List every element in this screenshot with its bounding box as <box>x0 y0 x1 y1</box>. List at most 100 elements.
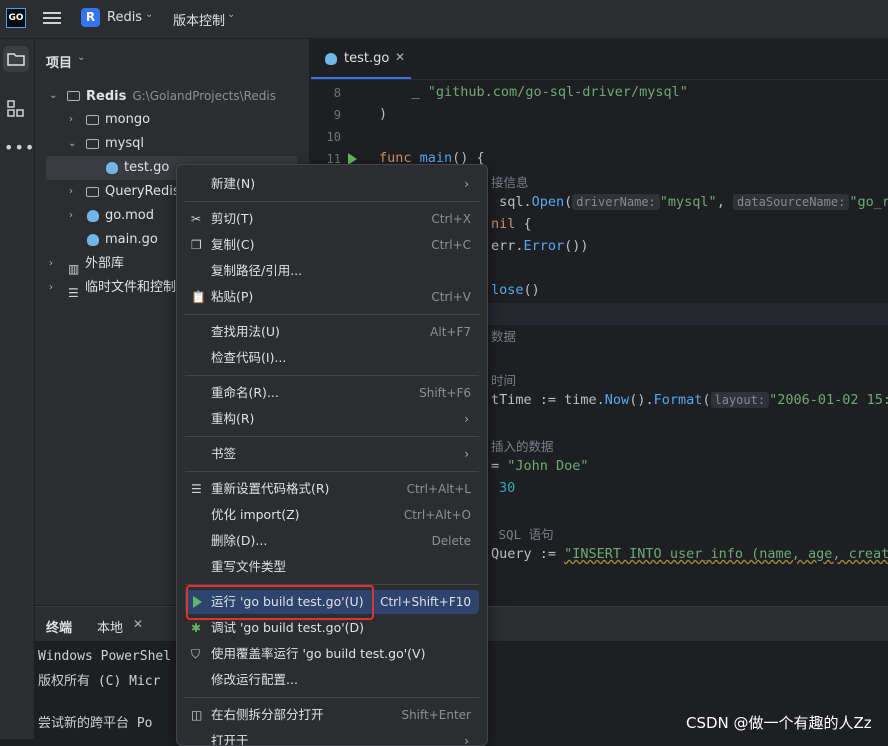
menu-item-copy[interactable]: ❐ 复制(C) Ctrl+C <box>185 233 479 257</box>
structure-tool-button[interactable] <box>5 98 27 120</box>
watermark: CSDN @做一个有趣的人Zz <box>686 714 872 732</box>
tree-item-label: test.go <box>124 160 170 175</box>
code-comment: 接信息 <box>491 175 529 190</box>
menu-item-reformat-code[interactable]: ☰ 重新设置代码格式(R) Ctrl+Alt+L <box>185 477 479 501</box>
code-comment: 数据 <box>491 329 517 344</box>
scratch-icon: ☰ <box>68 286 79 300</box>
param-hint: dataSourceName: <box>732 194 850 210</box>
menu-item-optimize-imports[interactable]: 优化 import(Z) Ctrl+Alt+O <box>185 503 479 527</box>
terminal-output-line: 尝试新的跨平台 Po <box>38 716 153 731</box>
folder-icon <box>86 186 101 198</box>
menu-item-refactor[interactable]: 重构(R) › <box>185 407 479 431</box>
menu-item-rename[interactable]: 重命名(R)... Shift+F6 <box>185 381 479 405</box>
project-badge[interactable]: R <box>81 8 100 27</box>
structure-icon <box>7 100 24 117</box>
chevron-down-icon[interactable]: ⌄ <box>77 52 85 63</box>
menu-item-delete[interactable]: 删除(D)... Delete <box>185 529 479 553</box>
chevron-right-icon[interactable]: › <box>69 204 73 228</box>
code-line: tTime := time.Now().Format(layout: "2006-… <box>491 392 888 408</box>
tree-item-label: 外部库 <box>85 256 125 271</box>
code-line: nil { <box>491 216 532 232</box>
go-mod-icon <box>87 210 102 222</box>
tree-item-label: Redis <box>86 89 127 104</box>
param-hint: layout: <box>710 392 770 408</box>
tree-item-label: mysql <box>105 136 144 151</box>
chevron-right-icon[interactable]: › <box>49 252 53 276</box>
menu-separator <box>185 697 479 698</box>
menu-item-copy-path[interactable]: 复制路径/引用... <box>185 259 479 283</box>
terminal-output-line: 版权所有 (C) Micr <box>38 674 161 689</box>
chevron-right-icon: › <box>464 447 469 461</box>
menu-item-open-in[interactable]: 打开于 › <box>185 729 479 746</box>
menu-item-inspect-code[interactable]: 检查代码(I)... <box>185 346 479 370</box>
param-hint: driverName: <box>572 194 660 210</box>
folder-icon <box>86 114 101 126</box>
project-selector[interactable]: Redis <box>107 10 142 25</box>
vcs-menu[interactable]: 版本控制 <box>173 10 225 29</box>
menu-item-run-with-coverage[interactable]: ⛉ 使用覆盖率运行 'go build test.go'(V) <box>185 642 479 666</box>
menu-item-find-usages[interactable]: 查找用法(U) Alt+F7 <box>185 320 479 344</box>
code-line: = "John Doe" <box>491 458 589 474</box>
activity-bar: ••• <box>0 39 35 739</box>
reformat-icon: ☰ <box>191 482 202 496</box>
folder-icon <box>86 138 101 150</box>
menu-item-open-in-right-split[interactable]: ◫ 在右侧拆分部分打开 Shift+Enter <box>185 703 479 727</box>
tab-test-go[interactable]: test.go ✕ <box>311 39 411 79</box>
chevron-down-icon[interactable]: ⌄ <box>145 9 153 20</box>
chevron-right-icon[interactable]: › <box>49 276 53 300</box>
go-file-icon <box>325 53 337 65</box>
chevron-right-icon: › <box>464 734 469 746</box>
tree-item-label: mongo <box>105 112 151 127</box>
menu-separator <box>185 314 479 315</box>
tree-item-label: main.go <box>105 232 158 247</box>
code-line: sql.Open(driverName: "mysql", dataSourceN… <box>491 194 888 210</box>
close-icon[interactable]: ✕ <box>395 50 405 64</box>
chevron-right-icon[interactable]: › <box>69 180 73 204</box>
folder-icon <box>7 53 25 66</box>
menu-item-override-file-type[interactable]: 重写文件类型 <box>185 555 479 579</box>
tree-item-label: 临时文件和控制台 <box>85 280 190 295</box>
menu-item-bookmarks[interactable]: 书签 › <box>185 442 479 466</box>
line-number: 10 <box>326 130 341 144</box>
code-comment: SQL 语句 <box>491 527 554 542</box>
menu-item-cut[interactable]: ✂ 剪切(T) Ctrl+X <box>185 207 479 231</box>
code-line: err.Error()) <box>491 238 589 254</box>
main-menu-icon[interactable] <box>43 9 61 27</box>
code-line: _ "github.com/go-sql-driver/mysql" <box>379 84 688 100</box>
tree-item-mongo[interactable]: › mongo <box>35 108 309 132</box>
line-number: 8 <box>333 86 341 100</box>
tree-item-mysql[interactable]: ⌄ mysql <box>35 132 309 156</box>
chevron-down-icon[interactable]: ⌄ <box>49 84 57 108</box>
project-panel-title[interactable]: 项目 <box>46 52 72 71</box>
chevron-right-icon: › <box>464 412 469 426</box>
code-line: 30 <box>499 480 516 496</box>
chevron-down-icon[interactable]: ⌄ <box>68 132 76 156</box>
tab-label: test.go <box>344 51 390 66</box>
chevron-right-icon: › <box>464 177 469 191</box>
goland-logo-icon[interactable]: GO <box>6 8 26 28</box>
library-icon: ▥ <box>68 262 80 276</box>
code-line: lose() <box>491 282 540 298</box>
go-file-icon <box>106 162 121 174</box>
chevron-down-icon[interactable]: ⌄ <box>227 9 235 20</box>
project-path: G:\GolandProjects\Redis <box>132 89 276 103</box>
chevron-right-icon[interactable]: › <box>69 108 73 132</box>
terminal-output-line: Windows PowerShel <box>38 649 172 664</box>
tab-local[interactable]: 本地 <box>97 617 123 636</box>
menu-item-paste[interactable]: 📋 粘贴(P) Ctrl+V <box>185 285 479 309</box>
terminal-title: 终端 <box>46 621 73 636</box>
title-bar: GO R Redis ⌄ 版本控制 ⌄ <box>0 0 888 39</box>
highlight-annotation <box>186 585 374 620</box>
folder-icon <box>67 90 82 102</box>
menu-item-new[interactable]: 新建(N) › <box>185 172 479 196</box>
code-comment: 插入的数据 <box>491 439 554 454</box>
project-tool-button[interactable] <box>3 46 29 72</box>
menu-separator <box>185 201 479 202</box>
paste-icon: 📋 <box>191 290 206 304</box>
more-tools-icon[interactable]: ••• <box>4 138 35 157</box>
code-line: ) <box>379 106 388 122</box>
menu-item-modify-run-config[interactable]: 修改运行配置... <box>185 668 479 692</box>
tree-item-redis[interactable]: ⌄ Redis G:\GolandProjects\Redis <box>35 84 309 108</box>
cut-icon: ✂ <box>191 212 202 226</box>
close-icon[interactable]: ✕ <box>133 617 143 631</box>
